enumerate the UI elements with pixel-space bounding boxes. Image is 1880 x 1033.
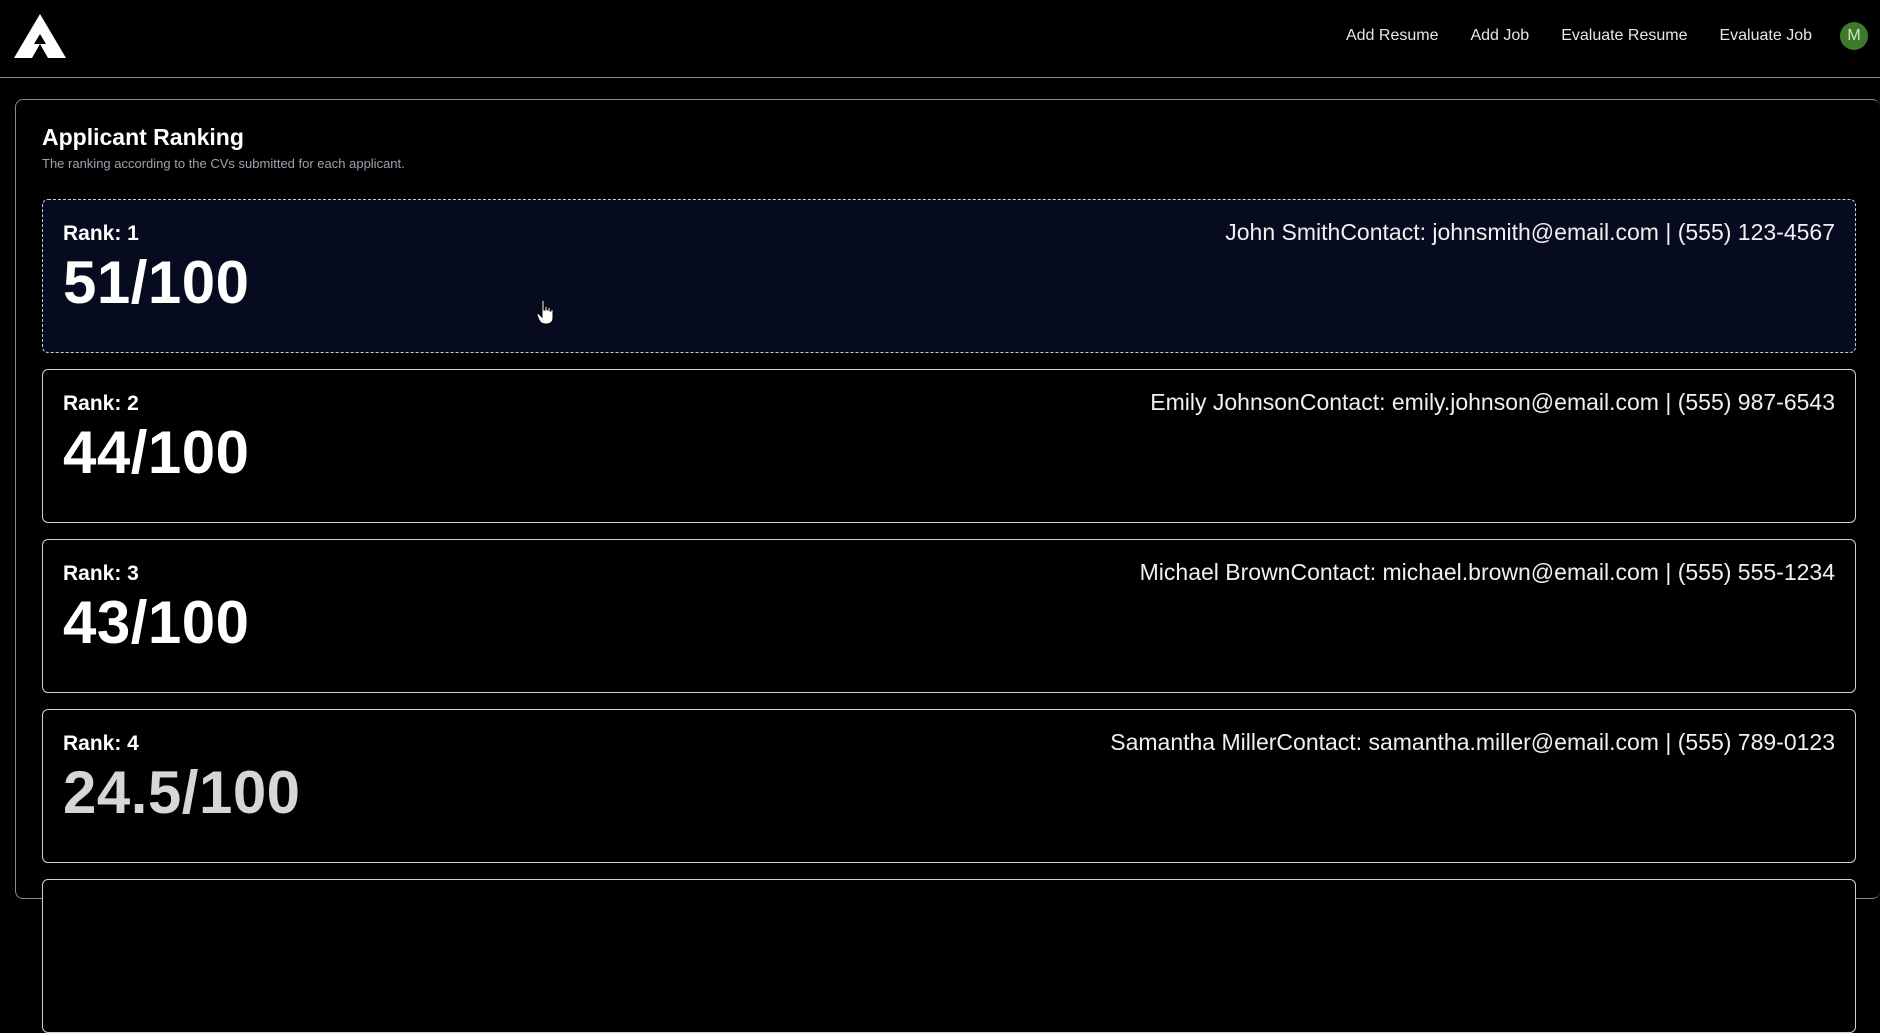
- applicant-card-5[interactable]: [42, 879, 1856, 1033]
- score-value: 44/100: [63, 419, 250, 486]
- nav-evaluate-resume[interactable]: Evaluate Resume: [1561, 27, 1687, 45]
- contact-info: John SmithContact: johnsmith@email.com |…: [1225, 219, 1835, 245]
- contact-info: Michael BrownContact: michael.brown@emai…: [1139, 559, 1835, 585]
- applicant-ranking-panel: Applicant Ranking The ranking according …: [15, 99, 1880, 1033]
- applicant-card-3[interactable]: Rank: 3 43/100 Michael BrownContact: mic…: [42, 539, 1856, 693]
- app-logo-icon[interactable]: [14, 14, 66, 58]
- score-value: 43/100: [63, 589, 250, 656]
- nav-add-resume[interactable]: Add Resume: [1346, 27, 1439, 45]
- rank-label: Rank: 3: [63, 562, 139, 585]
- contact-info: Samantha MillerContact: samantha.miller@…: [1110, 729, 1835, 755]
- applicant-card-1[interactable]: Rank: 1 51/100 John SmithContact: johnsm…: [42, 199, 1856, 353]
- page-title: Applicant Ranking: [42, 124, 244, 150]
- nav-menu: Add Resume Add Job Evaluate Resume Evalu…: [1314, 0, 1868, 72]
- score-value: 51/100: [63, 249, 250, 316]
- nav-evaluate-job[interactable]: Evaluate Job: [1719, 27, 1812, 45]
- top-navbar: Add Resume Add Job Evaluate Resume Evalu…: [0, 0, 1880, 78]
- applicant-card-2[interactable]: Rank: 2 44/100 Emily JohnsonContact: emi…: [42, 369, 1856, 523]
- rank-label: Rank: 1: [63, 222, 139, 245]
- nav-add-job[interactable]: Add Job: [1470, 27, 1529, 45]
- contact-info: Emily JohnsonContact: emily.johnson@emai…: [1150, 389, 1835, 415]
- rank-label: Rank: 2: [63, 392, 139, 415]
- applicant-card-4[interactable]: Rank: 4 24.5/100 Samantha MillerContact:…: [42, 709, 1856, 863]
- page-subtitle: The ranking according to the CVs submitt…: [42, 156, 405, 171]
- user-avatar[interactable]: M: [1840, 22, 1868, 50]
- score-value: 24.5/100: [63, 759, 301, 826]
- rank-label: Rank: 4: [63, 732, 139, 755]
- pointer-cursor-icon: [536, 299, 554, 325]
